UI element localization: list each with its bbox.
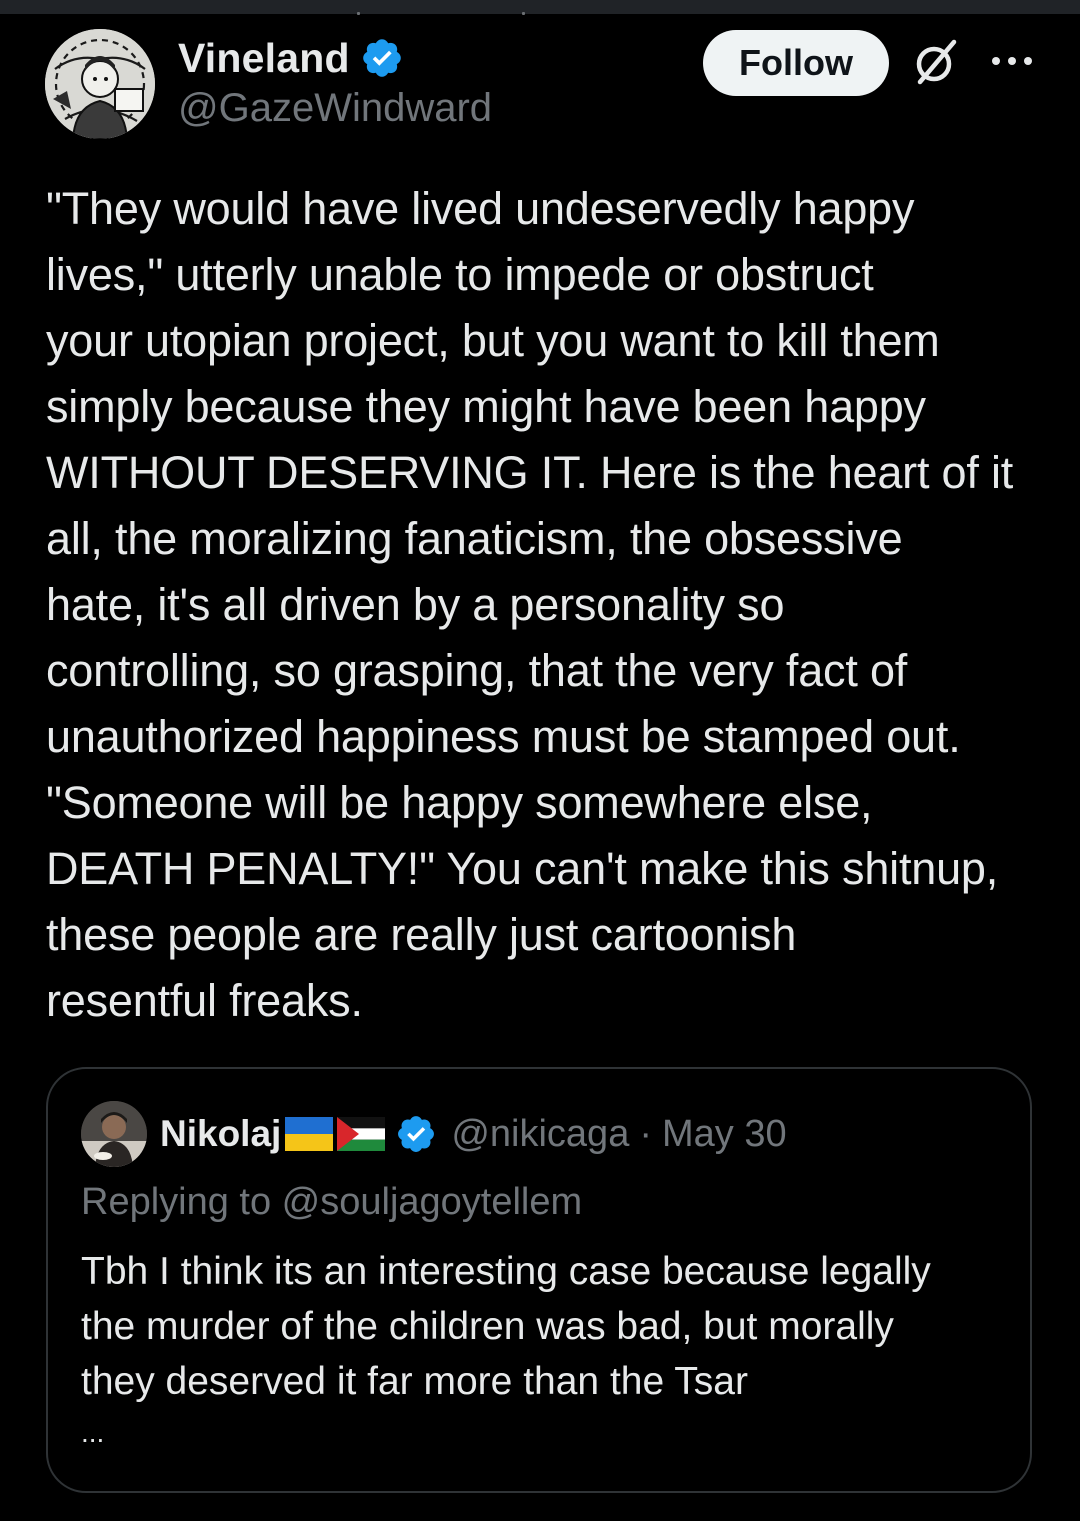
avatar-photo-icon xyxy=(81,1101,147,1167)
strip-tick xyxy=(357,12,360,15)
grok-icon[interactable] xyxy=(910,36,962,88)
author-handle[interactable]: @GazeWindward xyxy=(178,86,492,131)
quote-handle[interactable]: @nikicaga xyxy=(451,1113,629,1156)
quote-text: Tbh I think its an interesting case beca… xyxy=(81,1250,931,1403)
quote-separator: · xyxy=(639,1112,652,1155)
author-name-row: Vineland xyxy=(178,30,404,86)
quote-display-name[interactable]: Nikolaj xyxy=(160,1113,281,1155)
more-dots-icon[interactable] xyxy=(990,50,1034,72)
palestine-flag-icon xyxy=(337,1117,386,1151)
status-strip xyxy=(0,0,1080,15)
quote-author-avatar[interactable] xyxy=(81,1101,147,1167)
author-avatar[interactable] xyxy=(45,29,155,139)
replying-to-label: Replying to @souljagoytellem xyxy=(81,1181,583,1223)
ukraine-flag-icon xyxy=(285,1117,334,1151)
verified-badge-icon xyxy=(398,1116,435,1152)
tweet-text: "They would have lived undeservedly happ… xyxy=(46,183,1014,1026)
author-display-name[interactable]: Vineland xyxy=(178,35,350,82)
verified-badge-icon xyxy=(362,39,401,77)
quote-truncation-ellipsis: ... xyxy=(81,1417,105,1448)
follow-button[interactable]: Follow xyxy=(703,30,889,96)
quote-header: Nikolaj @nikicaga · May 30 xyxy=(160,1105,787,1163)
strip-tick xyxy=(522,12,525,15)
quoted-tweet-card[interactable]: Nikolaj @nikicaga · May 30 Replying to @… xyxy=(46,1067,1032,1493)
quote-date[interactable]: May 30 xyxy=(662,1113,787,1156)
avatar-illustration-icon xyxy=(45,29,155,139)
